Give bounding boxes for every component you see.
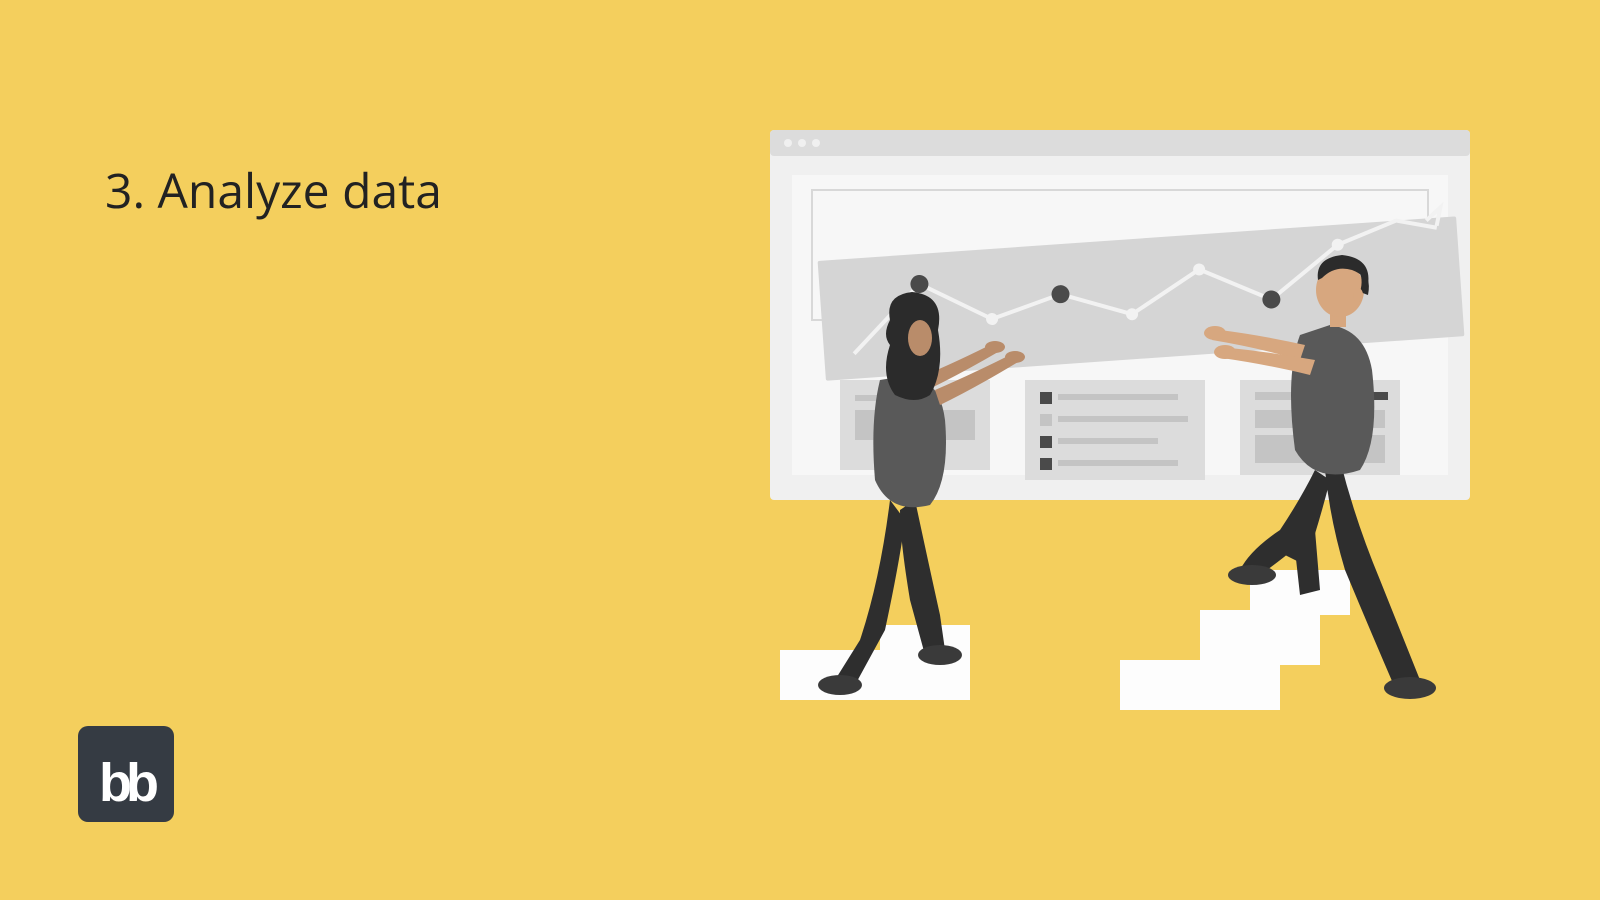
- slide-title: 3. Analyze data: [105, 158, 442, 223]
- browser-titlebar: [770, 130, 1470, 156]
- analytics-illustration: [740, 120, 1500, 720]
- logo-badge: bb: [78, 726, 174, 822]
- card-center: [1025, 380, 1205, 480]
- logo-text: bb: [99, 756, 153, 810]
